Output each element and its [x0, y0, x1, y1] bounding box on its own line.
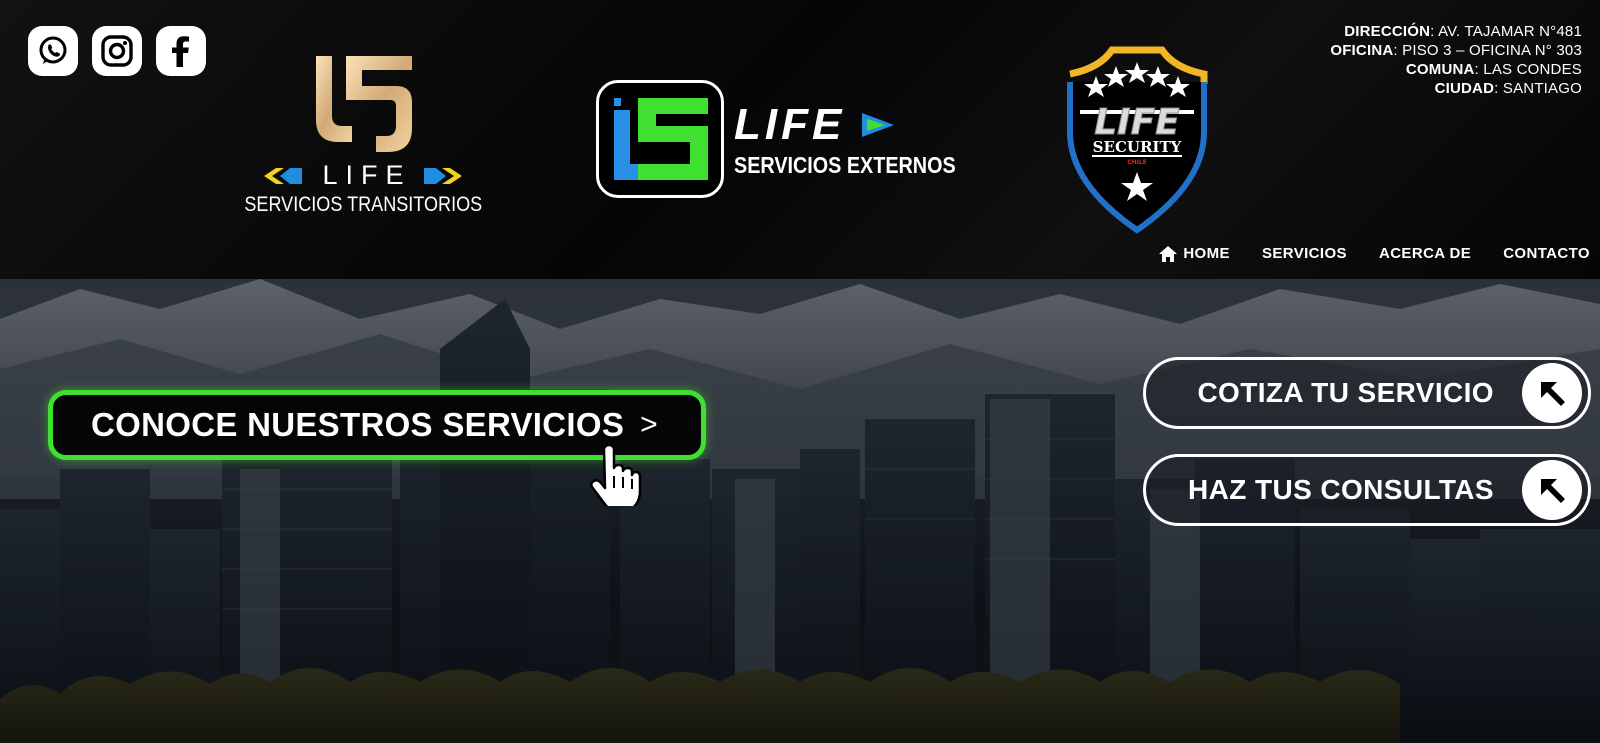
hand-pointer-icon [590, 444, 642, 506]
conoce-servicios-label: CONOCE NUESTROS SERVICIOS [91, 406, 625, 443]
yellow-chevrons-left-icon [264, 167, 303, 184]
logo-text: LIFE SERVICIOS EXTERNOS [734, 100, 992, 179]
facebook-icon [172, 36, 189, 67]
address-line-comuna: COMUNA: LAS CONDES [1405, 61, 1582, 78]
arrow-up-left-icon [1522, 363, 1582, 423]
facebook-link[interactable] [156, 26, 206, 76]
social-links [28, 26, 206, 76]
hero-banner: CONOCE NUESTROS SERVICIOS > COTIZA TU SE… [0, 279, 1600, 743]
arrow-up-left-icon [1522, 460, 1582, 520]
yellow-chevrons-right-icon [423, 167, 462, 184]
green-play-arrow-icon [862, 112, 895, 137]
instagram-link[interactable] [92, 26, 142, 76]
brand-name: LIFE [322, 160, 412, 190]
ls-green-blue-monogram [596, 80, 724, 198]
cotiza-servicio-button[interactable]: COTIZA TU SERVICIO [1143, 357, 1591, 429]
whatsapp-icon [39, 36, 67, 64]
ls-gold-monogram [316, 56, 412, 152]
instagram-icon [101, 35, 133, 67]
nav-home-label: HOME [1183, 245, 1230, 262]
logo-servicios-externos[interactable]: LIFE SERVICIOS EXTERNOS [596, 80, 992, 198]
nav-home[interactable]: HOME [1159, 245, 1230, 262]
logo-life-security[interactable]: LIFE SECURITY CHILE [1066, 42, 1208, 234]
haz-consultas-button[interactable]: HAZ TUS CONSULTAS [1143, 454, 1591, 526]
brand-name: LIFE [734, 99, 846, 149]
nav-servicios[interactable]: SERVICIOS [1262, 245, 1347, 262]
nav-acerca-de[interactable]: ACERCA DE [1379, 245, 1471, 262]
shield-country: CHILE [1127, 159, 1147, 166]
cotiza-servicio-label: COTIZA TU SERVICIO [1197, 377, 1494, 408]
site-header: LIFE SERVICIOS TRANSITORIOS LIFE SERVICI… [0, 0, 1600, 279]
logo-subtitle: SERVICIOS TRANSITORIOS [244, 193, 482, 216]
main-nav: HOME SERVICIOS ACERCA DE CONTACTO [1159, 245, 1590, 262]
brand-row: LIFE [262, 160, 463, 191]
haz-consultas-label: HAZ TUS CONSULTAS [1188, 474, 1494, 505]
contact-address: DIRECCIÓN: AV. TAJAMAR N°481 OFICINA: PI… [1330, 22, 1582, 98]
whatsapp-link[interactable] [28, 26, 78, 76]
home-icon [1159, 245, 1178, 262]
shield-brand: LIFE [1094, 102, 1180, 143]
shield-badge-icon: LIFE SECURITY CHILE [1067, 46, 1208, 234]
brand-row: LIFE [734, 100, 992, 150]
shield-name: SECURITY [1093, 138, 1182, 156]
address-line-oficina: OFICINA: PISO 3 – OFICINA N° 303 [1330, 42, 1582, 59]
address-line-direccion: DIRECCIÓN: AV. TAJAMAR N°481 [1344, 23, 1582, 40]
logo-servicios-transitorios[interactable]: LIFE SERVICIOS TRANSITORIOS [243, 52, 483, 217]
logo-subtitle: SERVICIOS EXTERNOS [734, 151, 956, 178]
chevron-right-icon: > [640, 408, 658, 441]
nav-contacto[interactable]: CONTACTO [1503, 245, 1590, 262]
address-line-ciudad: CIUDAD: SANTIAGO [1434, 80, 1582, 97]
